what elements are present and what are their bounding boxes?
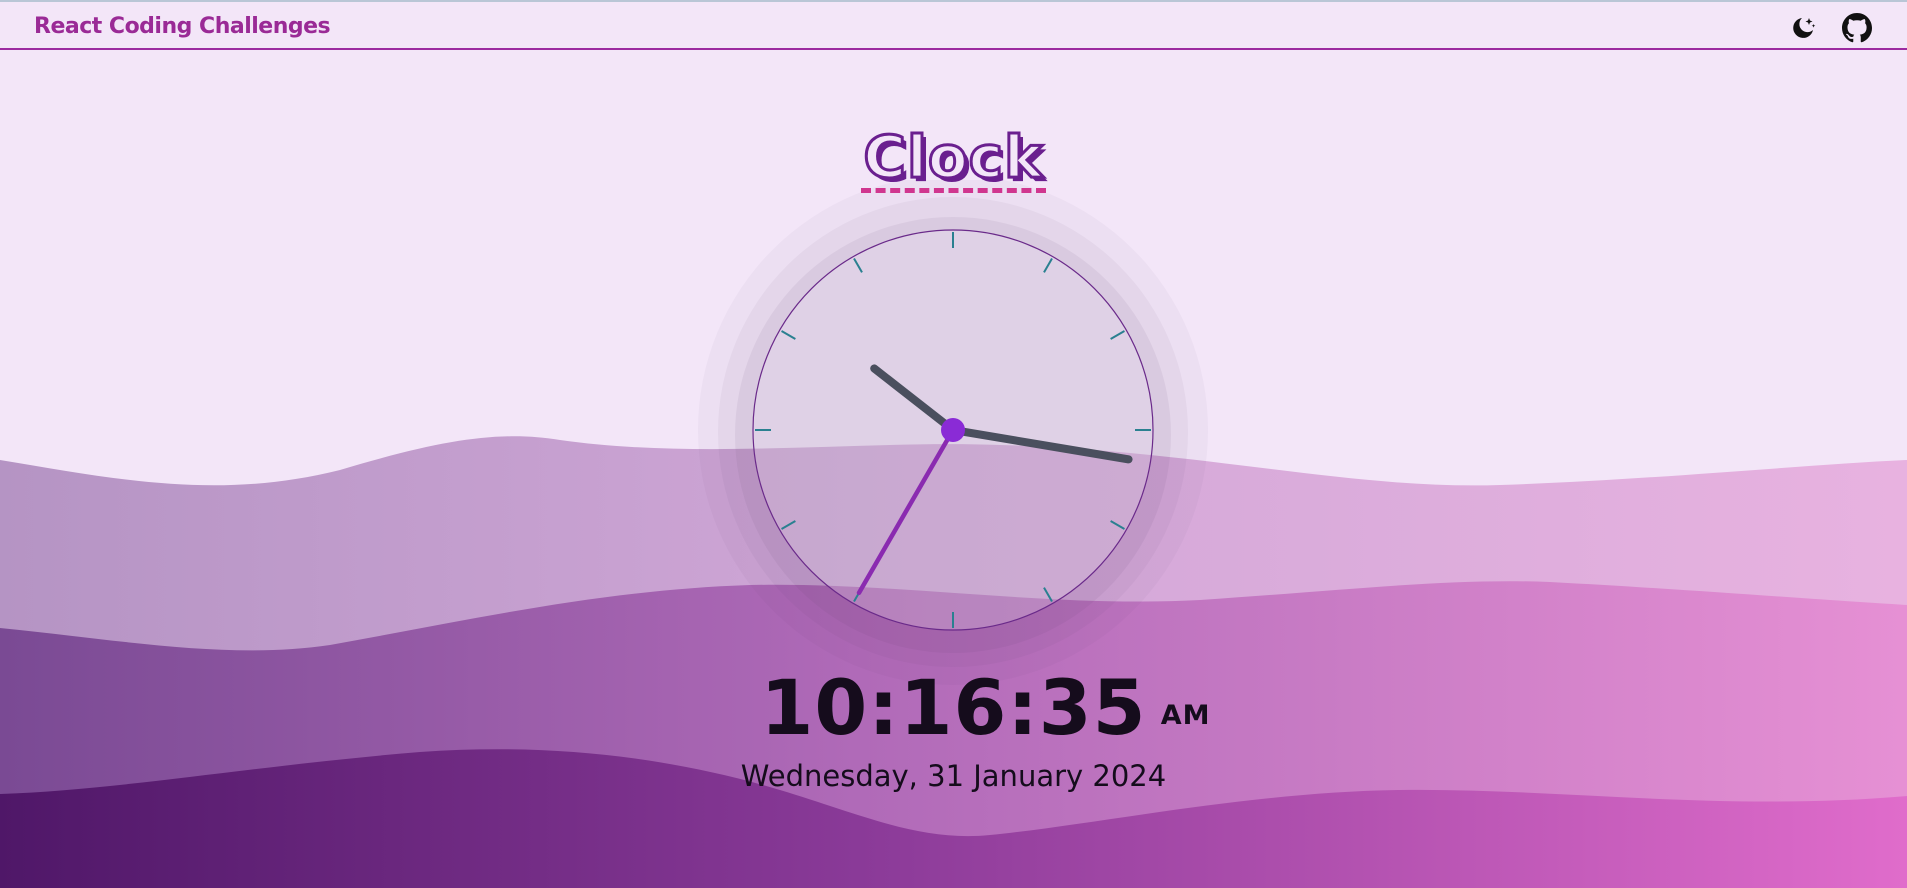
time-text: 10:16:35: [760, 663, 1147, 752]
date-text: Wednesday, 31 January 2024: [740, 759, 1167, 793]
digital-time: 10:16:35 AM: [760, 668, 1209, 748]
digital-time-wrap: 10:16:35 AM: [0, 668, 1907, 748]
moon-stars-icon: [1793, 18, 1816, 38]
meridiem-label: AM: [1160, 700, 1211, 731]
analog-clock: [698, 180, 1208, 685]
page-title-wrap: Clock: [0, 123, 1907, 193]
brand-title[interactable]: React Coding Challenges: [34, 14, 331, 39]
page-title: Clock: [861, 123, 1046, 193]
page: React Coding Challenges Clock 10:16:35 A…: [0, 0, 1907, 888]
clock-center-dot: [941, 418, 965, 442]
theme-toggle-button[interactable]: [1788, 13, 1818, 43]
date-wrap: Wednesday, 31 January 2024: [0, 759, 1907, 793]
top-navbar: React Coding Challenges: [0, 0, 1907, 50]
github-icon: [1842, 13, 1872, 43]
github-link[interactable]: [1842, 13, 1872, 43]
